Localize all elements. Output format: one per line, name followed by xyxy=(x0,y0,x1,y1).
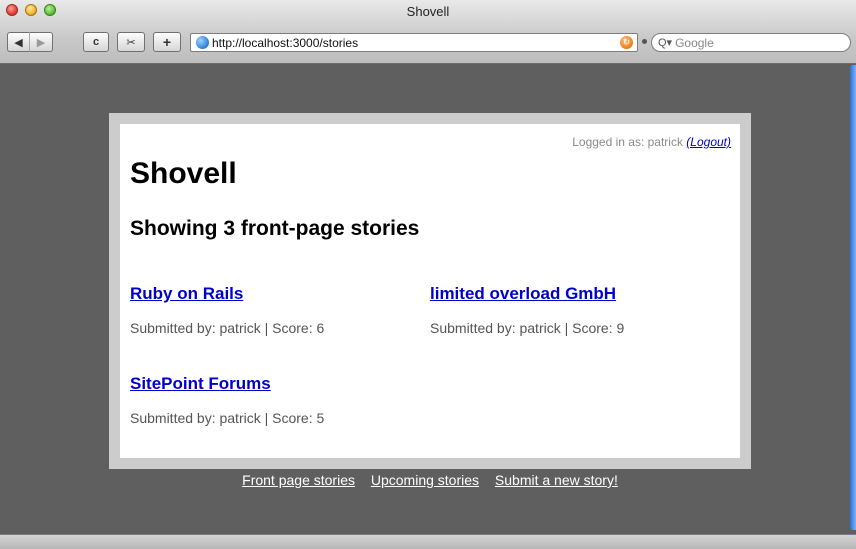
back-arrow-icon: ◀ xyxy=(14,36,23,49)
front-page-stories-link[interactable]: Front page stories xyxy=(242,472,355,488)
vertical-scrollbar[interactable] xyxy=(850,65,856,530)
snapback-icon: ✂ xyxy=(126,36,136,49)
upcoming-stories-link[interactable]: Upcoming stories xyxy=(371,472,479,488)
story-meta: Submitted by: patrick | Score: 6 xyxy=(130,320,325,336)
window-title: Shovell xyxy=(406,4,450,19)
browser-toolbar: Shovell ◀ ▶ c ✂ + http://localhost:3000/… xyxy=(0,0,856,64)
address-bar[interactable]: http://localhost:3000/stories ↻ xyxy=(190,33,638,52)
story-item: Ruby on Rails Submitted by: patrick | Sc… xyxy=(130,284,430,336)
page-heading: Showing 3 front-page stories xyxy=(130,217,420,240)
site-title: Shovell xyxy=(130,157,237,190)
reload-button[interactable]: c xyxy=(83,32,109,52)
submit-story-link[interactable]: Submit a new story! xyxy=(495,472,618,488)
back-button[interactable]: ◀ xyxy=(7,32,30,52)
story-item: SitePoint Forums Submitted by: patrick |… xyxy=(130,374,430,426)
main-content: Logged in as: patrick (Logout) Shovell S… xyxy=(120,124,740,458)
story-meta: Submitted by: patrick | Score: 9 xyxy=(430,320,625,336)
plus-icon: + xyxy=(162,34,172,50)
login-status: Logged in as: patrick (Logout) xyxy=(572,135,731,149)
snapback-button[interactable]: ✂ xyxy=(117,32,145,52)
globe-icon xyxy=(196,36,209,49)
search-field[interactable]: Q▾ Google xyxy=(651,33,851,52)
story-item: limited overload GmbH Submitted by: patr… xyxy=(430,284,730,336)
story-meta: Submitted by: patrick | Score: 5 xyxy=(130,410,325,426)
search-icon[interactable]: Q▾ xyxy=(658,36,672,49)
content-frame: Logged in as: patrick (Logout) Shovell S… xyxy=(109,113,751,469)
story-title-link[interactable]: limited overload GmbH xyxy=(430,284,730,304)
search-engine-dropdown-icon[interactable] xyxy=(642,39,647,44)
add-bookmark-button[interactable]: + xyxy=(153,32,181,52)
logout-link[interactable]: (Logout) xyxy=(686,135,731,149)
story-title-link[interactable]: SitePoint Forums xyxy=(130,374,430,394)
forward-arrow-icon: ▶ xyxy=(36,36,46,49)
logged-in-text: Logged in as: patrick xyxy=(572,135,687,149)
reload-icon: c xyxy=(92,36,100,48)
status-bar xyxy=(0,534,856,549)
footer-nav: Front page stories Upcoming stories Subm… xyxy=(109,472,751,488)
story-title-link[interactable]: Ruby on Rails xyxy=(130,284,430,304)
forward-button[interactable]: ▶ xyxy=(30,32,53,52)
address-url[interactable]: http://localhost:3000/stories xyxy=(212,36,358,50)
search-placeholder: Google xyxy=(675,35,714,50)
reload-page-icon[interactable]: ↻ xyxy=(620,36,633,49)
